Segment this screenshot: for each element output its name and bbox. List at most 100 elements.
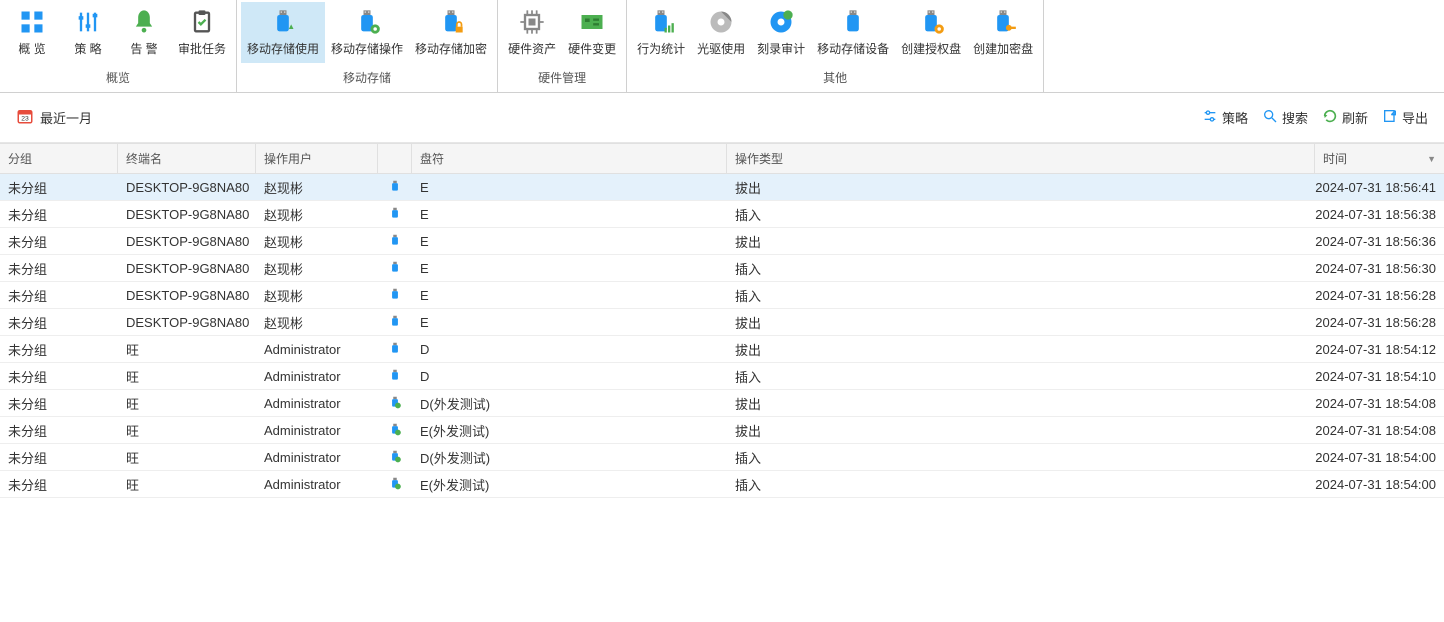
create-encrypt-button[interactable]: 创建加密盘 xyxy=(967,2,1039,63)
cell-icon xyxy=(378,418,412,443)
burn-button[interactable]: 刻录审计 xyxy=(751,2,811,63)
board-icon xyxy=(578,6,606,38)
calendar-icon: 23 xyxy=(16,107,34,128)
policy-button[interactable]: 策 略 xyxy=(60,2,116,63)
cell-op: 插入 xyxy=(727,444,1315,471)
cell-group: 未分组 xyxy=(0,417,118,444)
table-row[interactable]: 未分组旺AdministratorE(外发测试)拔出2024-07-31 18:… xyxy=(0,417,1444,444)
ribbon-button-label: 告 警 xyxy=(130,40,157,57)
th-terminal[interactable]: 终端名 xyxy=(118,144,256,173)
approval-button[interactable]: 审批任务 xyxy=(172,2,232,63)
table-row[interactable]: 未分组DESKTOP-9G8NA80赵现彬E插入2024-07-31 18:56… xyxy=(0,201,1444,228)
date-range-picker[interactable]: 23 最近一月 xyxy=(16,107,92,128)
ribbon-button-label: 移动存储使用 xyxy=(247,40,319,57)
table-row[interactable]: 未分组旺AdministratorD拔出2024-07-31 18:54:12 xyxy=(0,336,1444,363)
ribbon-button-label: 硬件变更 xyxy=(568,40,616,57)
alert-button[interactable]: 告 警 xyxy=(116,2,172,63)
overview-button[interactable]: 概 览 xyxy=(4,2,60,63)
cell-icon xyxy=(378,337,412,362)
table-row[interactable]: 未分组DESKTOP-9G8NA80赵现彬E插入2024-07-31 18:56… xyxy=(0,255,1444,282)
cell-terminal: DESKTOP-9G8NA80 xyxy=(118,203,256,226)
svg-text:23: 23 xyxy=(21,116,29,123)
ribbon-group: 移动存储使用移动存储操作移动存储加密移动存储 xyxy=(237,0,498,92)
cell-icon xyxy=(378,175,412,200)
usb-green-icon xyxy=(388,449,402,466)
cell-time: 2024-07-31 18:54:08 xyxy=(1315,392,1444,415)
table-row[interactable]: 未分组旺AdministratorD插入2024-07-31 18:54:10 xyxy=(0,363,1444,390)
cell-group: 未分组 xyxy=(0,201,118,228)
clipboard-icon xyxy=(188,6,216,38)
filter-bar: 23 最近一月 策略搜索 刷新 导出 xyxy=(0,93,1444,143)
cell-terminal: 旺 xyxy=(118,390,256,417)
table-row[interactable]: 未分组DESKTOP-9G8NA80赵现彬E拔出2024-07-31 18:56… xyxy=(0,309,1444,336)
cell-op: 插入 xyxy=(727,363,1315,390)
filter-search[interactable]: 搜索 xyxy=(1262,108,1308,127)
cell-op: 拔出 xyxy=(727,228,1315,255)
cell-terminal: 旺 xyxy=(118,444,256,471)
cell-icon xyxy=(378,229,412,254)
filter-policy[interactable]: 策略 xyxy=(1202,108,1248,127)
cell-user: 赵现彬 xyxy=(256,309,378,336)
cell-group: 未分组 xyxy=(0,282,118,309)
cell-icon xyxy=(378,310,412,335)
cell-user: 赵现彬 xyxy=(256,174,378,201)
cell-user: 赵现彬 xyxy=(256,228,378,255)
cell-drive: D(外发测试) xyxy=(412,444,727,471)
filter-refresh[interactable]: 刷新 xyxy=(1322,108,1368,127)
th-op[interactable]: 操作类型 xyxy=(727,144,1315,173)
usb-op-button[interactable]: 移动存储操作 xyxy=(325,2,409,63)
usb-device-button[interactable]: 移动存储设备 xyxy=(811,2,895,63)
cell-group: 未分组 xyxy=(0,471,118,498)
ribbon-button-label: 移动存储操作 xyxy=(331,40,403,57)
table-row[interactable]: 未分组DESKTOP-9G8NA80赵现彬E拔出2024-07-31 18:56… xyxy=(0,228,1444,255)
usb-encrypt-button[interactable]: 移动存储加密 xyxy=(409,2,493,63)
cell-user: Administrator xyxy=(256,446,378,469)
ribbon-toolbar: 概 览策 略告 警审批任务概览移动存储使用移动存储操作移动存储加密移动存储硬件资… xyxy=(0,0,1444,93)
filter-export[interactable]: 导出 xyxy=(1382,108,1428,127)
cell-drive: E(外发测试) xyxy=(412,417,727,444)
ribbon-button-label: 刻录审计 xyxy=(757,40,805,57)
ribbon-button-label: 移动存储加密 xyxy=(415,40,487,57)
cell-drive: D xyxy=(412,365,727,388)
cell-user: 赵现彬 xyxy=(256,201,378,228)
cell-group: 未分组 xyxy=(0,228,118,255)
table-row[interactable]: 未分组旺AdministratorE(外发测试)插入2024-07-31 18:… xyxy=(0,471,1444,498)
table-row[interactable]: 未分组DESKTOP-9G8NA80赵现彬E拔出2024-07-31 18:56… xyxy=(0,174,1444,201)
chevron-down-icon[interactable]: ▼ xyxy=(1427,154,1436,164)
usb-usage-button[interactable]: 移动存储使用 xyxy=(241,2,325,63)
ribbon-button-label: 行为统计 xyxy=(637,40,685,57)
cell-time: 2024-07-31 18:54:10 xyxy=(1315,365,1444,388)
cell-op: 插入 xyxy=(727,255,1315,282)
optical-button[interactable]: 光驱使用 xyxy=(691,2,751,63)
action-label: 策略 xyxy=(1222,108,1248,127)
th-user[interactable]: 操作用户 xyxy=(256,144,378,173)
action-label: 刷新 xyxy=(1342,108,1368,127)
hw-change-button[interactable]: 硬件变更 xyxy=(562,2,622,63)
cell-time: 2024-07-31 18:56:36 xyxy=(1315,230,1444,253)
table-row[interactable]: 未分组旺AdministratorD(外发测试)拔出2024-07-31 18:… xyxy=(0,390,1444,417)
disc-burn-icon xyxy=(767,6,795,38)
table-row[interactable]: 未分组旺AdministratorD(外发测试)插入2024-07-31 18:… xyxy=(0,444,1444,471)
ribbon-button-label: 审批任务 xyxy=(178,40,226,57)
create-auth-button[interactable]: 创建授权盘 xyxy=(895,2,967,63)
cell-op: 拔出 xyxy=(727,390,1315,417)
th-icon[interactable] xyxy=(378,144,412,173)
th-group[interactable]: 分组 xyxy=(0,144,118,173)
cell-time: 2024-07-31 18:54:00 xyxy=(1315,446,1444,469)
behavior-button[interactable]: 行为统计 xyxy=(631,2,691,63)
ribbon-group: 行为统计光驱使用刻录审计移动存储设备创建授权盘创建加密盘其他 xyxy=(627,0,1044,92)
cell-group: 未分组 xyxy=(0,255,118,282)
table-row[interactable]: 未分组DESKTOP-9G8NA80赵现彬E插入2024-07-31 18:56… xyxy=(0,282,1444,309)
sliders-icon xyxy=(74,6,102,38)
usb-plain-icon xyxy=(839,6,867,38)
bell-icon xyxy=(130,6,158,38)
cell-op: 插入 xyxy=(727,201,1315,228)
hw-asset-button[interactable]: 硬件资产 xyxy=(502,2,562,63)
cell-icon xyxy=(378,283,412,308)
th-drive[interactable]: 盘符 xyxy=(412,144,727,173)
action-label: 导出 xyxy=(1402,108,1428,127)
th-time[interactable]: 时间▼ xyxy=(1315,144,1444,173)
cell-user: Administrator xyxy=(256,473,378,496)
grid-icon xyxy=(18,6,46,38)
usb-lock-icon xyxy=(437,6,465,38)
